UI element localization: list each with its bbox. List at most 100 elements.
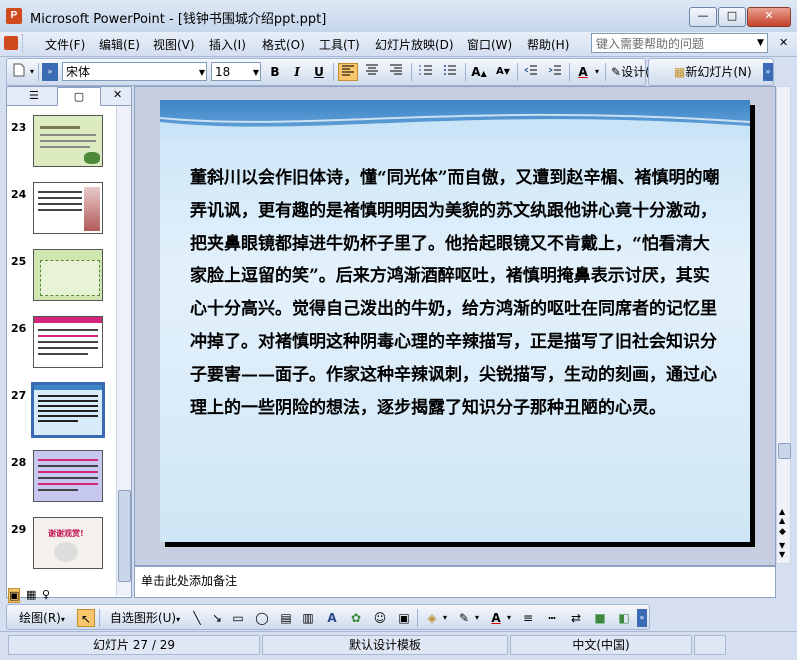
font-color-dropdown-icon[interactable]: ▾ — [505, 609, 513, 627]
line-color-dropdown-icon[interactable]: ▾ — [473, 609, 481, 627]
document-icon[interactable] — [4, 36, 18, 50]
select-objects-icon[interactable]: ↖ — [77, 609, 95, 627]
clip-art-icon[interactable]: ☺ — [371, 609, 389, 627]
next-slide-icon[interactable]: ▼ ▼ — [779, 541, 785, 559]
autoshapes-menu-button[interactable]: 自选图形(U)▾ — [103, 609, 187, 627]
3d-style-icon[interactable]: ◧ — [615, 609, 633, 627]
rectangle-icon[interactable]: ▭ — [229, 609, 247, 627]
slides-tab-icon[interactable]: ▢ — [57, 87, 101, 106]
slide-thumbnail-27-selected[interactable] — [31, 382, 105, 438]
view-buttons: ▣ ▦ ♀ — [8, 588, 58, 603]
diagram-icon[interactable]: ✿ — [347, 609, 365, 627]
menu-file[interactable]: 文件(F) — [45, 36, 85, 53]
previous-slide-icon[interactable]: ▲ ▲ — [779, 507, 785, 525]
underline-button[interactable]: U — [311, 63, 327, 81]
slideshow-view-icon[interactable]: ♀ — [42, 588, 50, 601]
slide-scrollbar[interactable]: ▲ ▲ ◆ ▼ ▼ — [776, 86, 791, 564]
help-question-input[interactable]: 键入需要帮助的问题 — [591, 33, 768, 53]
chevron-down-icon[interactable]: ▼ — [199, 63, 205, 82]
draw-menu-button[interactable]: 绘图(R)▾ — [11, 609, 73, 627]
thumbnail-number: 28 — [11, 456, 27, 469]
slide-body-text[interactable]: 董斜川以会作旧体诗，懂“同光体”而自傲，又遭到赵辛楣、褚慎明的嘲弄讥讽，更有趣的… — [190, 162, 720, 424]
menu-insert[interactable]: 插入(I) — [209, 36, 246, 53]
status-empty-panel — [694, 635, 726, 655]
menu-help[interactable]: 帮助(H) — [527, 36, 569, 53]
text-box-icon[interactable]: ▤ — [277, 609, 295, 627]
slides-panel-scrollbar[interactable] — [116, 106, 131, 596]
font-color-button[interactable]: A — [573, 63, 593, 81]
current-slide[interactable]: 董斜川以会作旧体诗，懂“同光体”而自傲，又遭到赵辛楣、褚慎明的嘲弄讥讽，更有趣的… — [160, 100, 750, 542]
select-browse-object-icon[interactable]: ◆ — [779, 527, 786, 537]
fill-color-icon[interactable]: ◈ — [423, 609, 441, 627]
new-document-icon[interactable] — [11, 63, 27, 81]
powerpoint-app-icon[interactable]: P — [6, 8, 22, 24]
slide-thumbnail-25[interactable] — [33, 249, 103, 301]
normal-view-icon[interactable]: ▣ — [8, 588, 21, 603]
line-style-icon[interactable]: ≡ — [519, 609, 537, 627]
line-color-icon[interactable]: ✎ — [455, 609, 473, 627]
maximize-button[interactable]: □ — [718, 7, 746, 27]
numbering-button[interactable] — [416, 63, 436, 81]
new-dropdown-icon[interactable]: ▾ — [28, 63, 36, 81]
font-name-value: 宋体 — [66, 65, 91, 79]
line-icon[interactable]: ╲ — [189, 609, 205, 627]
menu-slideshow[interactable]: 幻灯片放映(D) — [375, 36, 454, 53]
align-left-button[interactable] — [338, 63, 358, 81]
document-close-button[interactable]: ✕ — [779, 36, 788, 49]
close-panel-icon[interactable]: ✕ — [113, 88, 122, 101]
toolbar-options-icon[interactable]: » — [763, 63, 773, 81]
align-right-button[interactable] — [386, 63, 406, 81]
menu-tools[interactable]: 工具(T) — [319, 36, 360, 53]
arrow-icon[interactable]: ↘ — [209, 609, 225, 627]
font-size-select[interactable]: 18 ▼ — [211, 62, 261, 81]
slide-thumbnail-23[interactable] — [33, 115, 103, 167]
fill-color-dropdown-icon[interactable]: ▾ — [441, 609, 449, 627]
draw-label: 绘图(R) — [19, 611, 61, 625]
oval-icon[interactable]: ◯ — [253, 609, 271, 627]
thumbnail-number: 29 — [11, 523, 27, 536]
bold-button[interactable]: B — [267, 63, 283, 81]
arrow-style-icon[interactable]: ⇄ — [567, 609, 585, 627]
dash-style-icon[interactable]: ┅ — [543, 609, 561, 627]
new-slide-button[interactable]: ▦新幻灯片(N) — [674, 63, 762, 81]
vertical-text-box-icon[interactable]: ▥ — [299, 609, 317, 627]
slide-thumbnail-24[interactable] — [33, 182, 103, 234]
language-status: 中文(中国) — [510, 635, 692, 655]
font-color-icon[interactable]: A — [487, 609, 505, 627]
toolbar-options-icon[interactable]: » — [637, 609, 647, 627]
slide-thumbnail-28[interactable] — [33, 450, 103, 502]
chevron-down-icon[interactable]: ▼ — [253, 63, 259, 82]
slide-thumbnail-26[interactable] — [33, 316, 103, 368]
scrollbar-thumb[interactable] — [118, 490, 131, 582]
menu-grip[interactable] — [22, 34, 26, 52]
italic-button[interactable]: I — [289, 63, 305, 81]
insert-picture-icon[interactable]: ▣ — [395, 609, 413, 627]
wordart-icon[interactable]: A — [323, 609, 341, 627]
font-color-dropdown-icon[interactable]: ▾ — [593, 63, 601, 81]
slide-sorter-view-icon[interactable]: ▦ — [26, 588, 36, 601]
decrease-font-size-button[interactable]: A▼ — [493, 63, 513, 81]
menu-format[interactable]: 格式(O) — [262, 36, 305, 53]
decrease-indent-button[interactable] — [521, 63, 541, 81]
menu-window[interactable]: 窗口(W) — [467, 36, 512, 53]
shadow-style-icon[interactable]: ■ — [591, 609, 609, 627]
menu-view[interactable]: 视图(V) — [153, 36, 195, 53]
increase-font-size-button[interactable]: A▲ — [469, 63, 489, 81]
menu-edit[interactable]: 编辑(E) — [99, 36, 140, 53]
scrollbar-thumb[interactable] — [778, 443, 791, 459]
slide-thumbnail-29[interactable]: 谢谢观赏! — [33, 517, 103, 569]
title-bar: P Microsoft PowerPoint - [钱钟书围城介绍ppt.ppt… — [0, 0, 797, 33]
toolbar-options-icon[interactable]: » — [42, 63, 58, 81]
font-name-select[interactable]: 宋体 ▼ — [62, 62, 207, 81]
align-center-button[interactable] — [362, 63, 382, 81]
notes-pane[interactable]: 单击此处添加备注 — [134, 566, 776, 598]
design-template-status[interactable]: 默认设计模板 — [262, 635, 508, 655]
bullets-button[interactable] — [440, 63, 460, 81]
increase-indent-button[interactable] — [545, 63, 565, 81]
close-button[interactable]: ✕ — [747, 7, 791, 27]
outline-tab-icon[interactable]: ☰ — [29, 89, 39, 102]
minimize-button[interactable]: — — [689, 7, 717, 27]
slide-editing-area: 董斜川以会作旧体诗，懂“同光体”而自傲，又遭到赵辛楣、褚慎明的嘲弄讥讽，更有趣的… — [134, 86, 776, 566]
thumbnail-number: 24 — [11, 188, 27, 201]
help-dropdown-icon[interactable]: ▼ — [757, 38, 764, 48]
